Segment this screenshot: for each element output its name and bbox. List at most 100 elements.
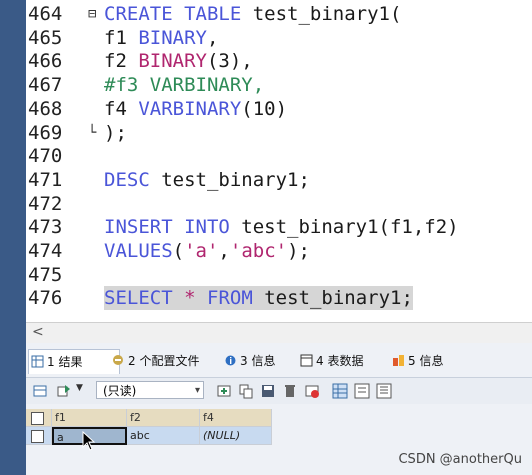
code-token: , (206, 26, 219, 49)
results-toolbar: ▼ (只读) ▾ (26, 377, 532, 404)
row-checkbox[interactable] (31, 430, 44, 443)
code-token: (3), (206, 50, 253, 73)
code-text: SELECT * FROM test_binary1; (104, 286, 413, 311)
info-icon (225, 355, 236, 366)
select-all-checkbox-cell[interactable] (26, 409, 52, 427)
tab-info[interactable]: 3 信息 (222, 349, 308, 373)
code-token: * (184, 287, 196, 310)
code-line[interactable]: 471 DESC test_binary1; (26, 168, 532, 192)
profile-icon (113, 355, 123, 365)
code-line[interactable]: 465 f1 BINARY, (26, 26, 532, 50)
tab-profiles[interactable]: 2 个配置文件 (110, 349, 228, 373)
info-alt-icon (393, 355, 404, 366)
code-token: VALUES (104, 240, 173, 262)
result-grid-icon (31, 355, 44, 368)
code-line[interactable]: 475 (26, 263, 532, 287)
line-number: 475 (28, 263, 63, 286)
code-token: 'a' (184, 240, 219, 262)
cell-f2[interactable]: abc (127, 427, 200, 445)
code-text: f2 BINARY(3), (104, 49, 253, 73)
code-text: VALUES('a','abc'); (104, 239, 310, 263)
code-text: DESC test_binary1; (104, 168, 310, 192)
code-line[interactable]: 474 VALUES('a','abc'); (26, 239, 532, 263)
code-line[interactable]: 469 └); (26, 121, 532, 145)
dropdown-arrow-icon[interactable]: ▼ (76, 383, 92, 399)
code-line[interactable]: 468 f4 VARBINARY(10) (26, 97, 532, 121)
add-row-icon[interactable] (216, 383, 232, 399)
form-view-icon[interactable] (354, 383, 370, 399)
code-token: f4 (104, 97, 139, 120)
code-token: test_binary1; (161, 168, 310, 191)
sql-editor[interactable]: 464 ⊟ CREATE TABLE test_binary1(465 f1 BINA… (26, 0, 532, 322)
code-line[interactable]: 466 f2 BINARY(3), (26, 49, 532, 73)
code-token: #f3 VARBINARY, (104, 74, 265, 97)
table-data-icon (300, 354, 313, 367)
tab-label: 3 信息 (240, 354, 276, 368)
code-token: ); (287, 240, 310, 262)
results-tabs: 1 结果 2 个配置文件 3 信息 4 表数据 5 信息 (26, 349, 532, 374)
code-text: #f3 VARBINARY, (104, 73, 264, 97)
export-icon[interactable] (56, 383, 72, 399)
text-view-icon[interactable] (376, 383, 392, 399)
line-number: 468 (28, 97, 63, 120)
grid-view-icon[interactable] (32, 383, 48, 399)
column-header-f1[interactable]: f1 (52, 409, 127, 427)
copy-row-icon[interactable] (238, 383, 254, 399)
code-line[interactable]: 464 ⊟ CREATE TABLE test_binary1( (26, 2, 532, 26)
tab-table-data[interactable]: 4 表数据 (298, 349, 400, 373)
column-header-f4[interactable]: f4 (200, 409, 272, 427)
grid-layout-icon[interactable] (332, 383, 348, 399)
tab-label: 5 信息 (408, 354, 444, 368)
delete-icon[interactable] (282, 383, 298, 399)
code-line[interactable]: 476 SELECT * FROM test_binary1; (26, 286, 532, 311)
chevron-down-icon: ▾ (194, 385, 200, 396)
code-token: BINARY (138, 26, 207, 49)
code-text: ); (104, 121, 127, 145)
line-number: 473 (28, 216, 63, 239)
cancel-icon[interactable] (304, 383, 320, 399)
save-icon[interactable] (260, 383, 276, 399)
select-all-checkbox[interactable] (31, 412, 44, 425)
code-token: VARBINARY (138, 97, 242, 120)
code-token: test_binary1(f1,f2) (241, 216, 459, 239)
tab-results[interactable]: 1 结果 (28, 349, 120, 374)
code-token: test_binary1; (252, 287, 413, 310)
code-token: f2 (104, 50, 139, 73)
line-number: 474 (28, 240, 63, 262)
fold-marker-icon[interactable]: └ (88, 121, 96, 145)
readonly-select[interactable]: (只读) ▾ (96, 381, 204, 399)
code-line[interactable]: 467 #f3 VARBINARY, (26, 73, 532, 97)
code-line[interactable]: 472 (26, 192, 532, 216)
line-number: 465 (28, 26, 63, 49)
tab-label: 4 表数据 (316, 354, 364, 368)
column-header-f2[interactable]: f2 (127, 409, 200, 427)
code-token: 'abc' (229, 240, 288, 262)
scroll-left-icon[interactable]: < (32, 324, 44, 340)
code-token: ( (172, 240, 185, 262)
code-text: f4 VARBINARY(10) (104, 97, 287, 121)
code-token: INSERT INTO (104, 216, 242, 239)
horizontal-scrollbar[interactable]: < (26, 322, 532, 343)
code-token: (10) (241, 97, 288, 120)
line-number: 467 (28, 74, 63, 97)
code-token: test_binary1( (252, 3, 402, 25)
code-token: FROM (207, 287, 253, 310)
line-number: 470 (28, 145, 63, 168)
fold-marker-icon[interactable]: ⊟ (88, 2, 96, 26)
code-token: SELECT (104, 287, 173, 310)
code-token: CREATE TABLE (104, 3, 253, 25)
code-line[interactable]: 473 INSERT INTO test_binary1(f1,f2) (26, 215, 532, 239)
tab-label: 2 个配置文件 (128, 354, 200, 368)
code-text: INSERT INTO test_binary1(f1,f2) (104, 215, 459, 239)
readonly-select-value: (只读) (103, 384, 137, 398)
line-number: 476 (28, 287, 63, 310)
row-checkbox-cell[interactable] (26, 427, 52, 445)
watermark: CSDN @anotherQu (398, 452, 522, 467)
tab-info-5[interactable]: 5 信息 (390, 349, 478, 373)
line-number: 469 (28, 121, 63, 144)
code-token: , (218, 240, 230, 262)
cell-f4[interactable]: (NULL) (200, 427, 272, 445)
code-token: BINARY (138, 50, 207, 73)
code-line[interactable]: 470 (26, 144, 532, 168)
